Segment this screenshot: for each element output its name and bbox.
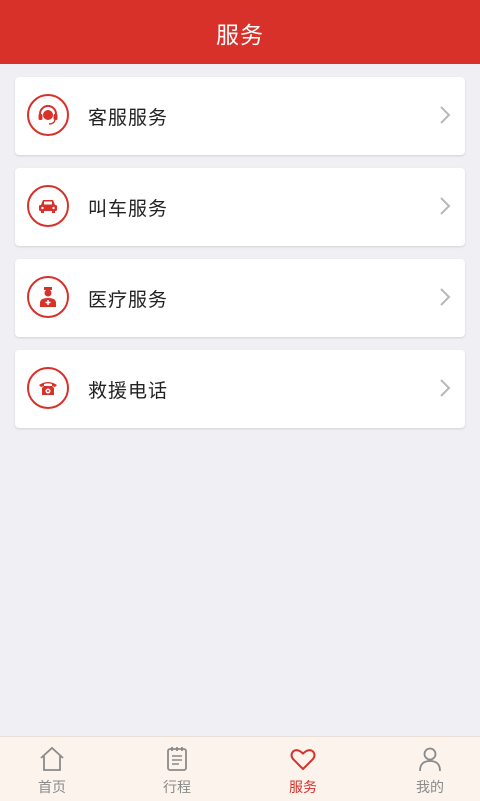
chevron-right-icon xyxy=(440,197,451,215)
itinerary-icon xyxy=(167,747,187,771)
page-title: 服务 xyxy=(216,23,264,49)
chevron-right-icon xyxy=(440,288,451,306)
chevron-right-icon xyxy=(440,379,451,397)
doctor-icon xyxy=(27,276,69,318)
service-label: 医疗服务 xyxy=(88,289,169,311)
service-label: 客服服务 xyxy=(88,107,169,129)
headset-icon xyxy=(27,94,69,136)
service-label: 叫车服务 xyxy=(88,198,169,220)
service-item-customer-service[interactable]: 客服服务 xyxy=(15,77,465,155)
heart-icon xyxy=(290,749,316,771)
tab-itinerary[interactable]: 行程 xyxy=(127,737,227,801)
tab-home[interactable]: 首页 xyxy=(2,737,102,801)
person-icon xyxy=(419,747,441,772)
tab-services[interactable]: 服务 xyxy=(253,737,353,801)
service-label: 救援电话 xyxy=(88,380,169,402)
tab-label: 行程 xyxy=(163,780,191,796)
home-icon xyxy=(40,746,64,771)
tab-label: 服务 xyxy=(289,780,317,796)
telephone-icon xyxy=(27,367,69,409)
chevron-right-icon xyxy=(440,106,451,124)
service-item-rescue-phone[interactable]: 救援电话 xyxy=(15,350,465,428)
car-icon xyxy=(27,185,69,227)
service-item-taxi[interactable]: 叫车服务 xyxy=(15,168,465,246)
tab-label: 首页 xyxy=(38,780,66,796)
tab-profile[interactable]: 我的 xyxy=(380,737,480,801)
tab-label: 我的 xyxy=(416,780,444,796)
top-navigation-bar: 服务 xyxy=(0,0,480,64)
service-item-medical[interactable]: 医疗服务 xyxy=(15,259,465,337)
bottom-tab-bar: 首页 行程 服务 我的 xyxy=(0,736,480,801)
